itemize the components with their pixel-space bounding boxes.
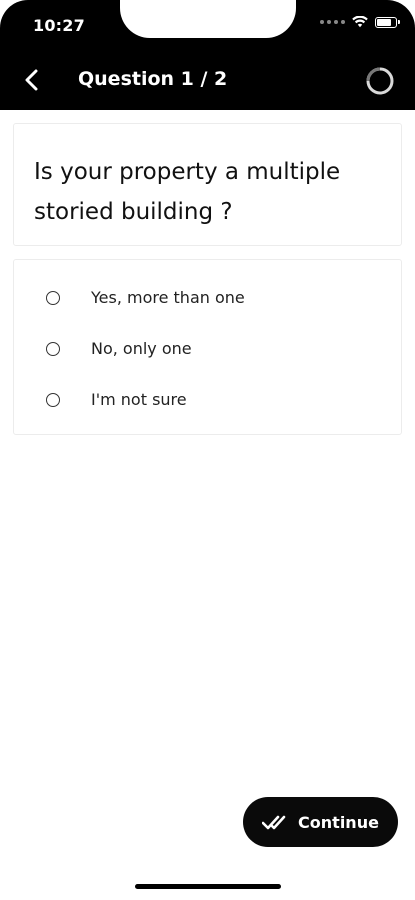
option-label: No, only one — [91, 339, 192, 358]
double-check-icon — [262, 815, 286, 830]
option-label: I'm not sure — [91, 390, 187, 409]
page-title: Question 1 / 2 — [78, 68, 228, 90]
status-icons — [320, 16, 400, 28]
wifi-icon — [352, 16, 368, 28]
radio-button[interactable] — [46, 290, 60, 305]
progress-ring-icon — [366, 67, 394, 95]
signal-icon — [320, 20, 345, 24]
continue-label: Continue — [298, 812, 379, 832]
option-not-sure[interactable]: I'm not sure — [14, 374, 401, 425]
option-label: Yes, more than one — [91, 288, 245, 307]
options-card: Yes, more than one No, only one I'm not … — [13, 259, 402, 435]
option-no-only-one[interactable]: No, only one — [14, 323, 401, 374]
chevron-left-icon — [25, 69, 38, 91]
option-yes-more-than-one[interactable]: Yes, more than one — [14, 272, 401, 323]
battery-level — [377, 18, 391, 26]
app-header: 10:27 Question 1 / 2 — [0, 0, 415, 110]
battery-icon — [375, 16, 400, 28]
radio-button[interactable] — [46, 392, 60, 407]
device-notch — [120, 0, 296, 38]
continue-button[interactable]: Continue — [243, 797, 398, 847]
question-card: Is your property a multiple storied buil… — [13, 123, 402, 246]
radio-button[interactable] — [46, 341, 60, 356]
status-time: 10:27 — [33, 16, 85, 35]
home-indicator[interactable] — [135, 884, 281, 889]
back-button[interactable] — [18, 66, 46, 94]
question-text: Is your property a multiple storied buil… — [34, 159, 341, 225]
